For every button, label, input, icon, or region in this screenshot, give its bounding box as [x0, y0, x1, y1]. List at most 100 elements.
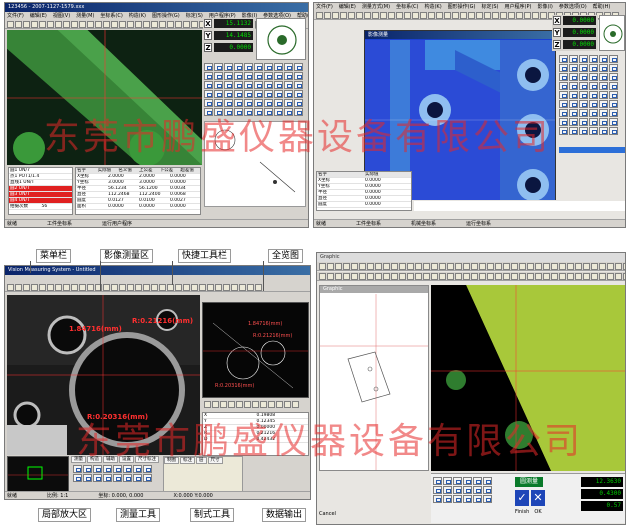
- menu-item[interactable]: 视图(V): [53, 13, 70, 19]
- image-view[interactable]: [431, 285, 625, 471]
- tool-button[interactable]: [579, 109, 588, 117]
- toolbar-button[interactable]: [87, 21, 94, 28]
- overview-view[interactable]: 1.84716(mm) R:0.21216(mm) R:0.20316(mm): [202, 302, 309, 398]
- overview-view[interactable]: [599, 15, 625, 51]
- tool-button[interactable]: [579, 64, 588, 72]
- toolbar-button[interactable]: [327, 263, 334, 270]
- toolbar-button[interactable]: [383, 273, 390, 280]
- toolbar-button[interactable]: [607, 273, 614, 280]
- toolbar-button[interactable]: [471, 263, 478, 270]
- table-row[interactable]: 面积 0.0000 0.0000 0.0000: [76, 204, 200, 210]
- toolbar-button[interactable]: [399, 273, 406, 280]
- toolbar-button[interactable]: [511, 263, 518, 270]
- toolbar-button[interactable]: [284, 401, 291, 408]
- toolbar-button[interactable]: [503, 273, 510, 280]
- tool-button[interactable]: [244, 72, 253, 80]
- tool-button[interactable]: [599, 73, 608, 81]
- tool-button[interactable]: [559, 73, 568, 81]
- tool-button[interactable]: [214, 99, 223, 107]
- tool-button[interactable]: [599, 118, 608, 126]
- toolbar-button[interactable]: [444, 12, 451, 19]
- tab[interactable]: 辅助: [103, 456, 118, 463]
- menu-item[interactable]: 帮助(H): [593, 4, 611, 10]
- tool-button[interactable]: [274, 63, 283, 71]
- tool-button[interactable]: [473, 477, 482, 485]
- toolbar-button[interactable]: [540, 12, 547, 19]
- tool-button[interactable]: [284, 90, 293, 98]
- toolbar-button[interactable]: [516, 12, 523, 19]
- tool-button[interactable]: [294, 108, 303, 116]
- tool-button[interactable]: [103, 474, 112, 482]
- toolbar-button[interactable]: [420, 12, 427, 19]
- tool-button[interactable]: [143, 465, 152, 473]
- measure-button[interactable]: 圆测量: [515, 477, 543, 487]
- tool-button[interactable]: [463, 486, 472, 494]
- toolbar-button[interactable]: [380, 12, 387, 19]
- toolbar-button[interactable]: [23, 284, 30, 291]
- tool-button[interactable]: [244, 108, 253, 116]
- tool-button[interactable]: [244, 90, 253, 98]
- toolbar-button[interactable]: [127, 21, 134, 28]
- toolbar-button[interactable]: [439, 273, 446, 280]
- tool-button[interactable]: [294, 90, 303, 98]
- toolbar-button[interactable]: [127, 284, 134, 291]
- tool-button[interactable]: [284, 99, 293, 107]
- tool-button[interactable]: [599, 127, 608, 135]
- toolbar-button[interactable]: [135, 284, 142, 291]
- tool-button[interactable]: [589, 100, 598, 108]
- tool-button[interactable]: [234, 108, 243, 116]
- toolbar-button[interactable]: [207, 284, 214, 291]
- toolbar-button[interactable]: [503, 263, 510, 270]
- tool-button[interactable]: [559, 127, 568, 135]
- tool-button[interactable]: [93, 465, 102, 473]
- toolbar-button[interactable]: [415, 263, 422, 270]
- toolbar-button[interactable]: [399, 263, 406, 270]
- tool-button[interactable]: [254, 108, 263, 116]
- toolbar-button[interactable]: [55, 284, 62, 291]
- toolbar-button[interactable]: [519, 273, 526, 280]
- tool-button[interactable]: [599, 91, 608, 99]
- toolbar-button[interactable]: [468, 12, 475, 19]
- tool-button[interactable]: [294, 99, 303, 107]
- tool-button[interactable]: [443, 477, 452, 485]
- tool-button[interactable]: [599, 100, 608, 108]
- toolbar-button[interactable]: [375, 273, 382, 280]
- tool-button[interactable]: [569, 82, 578, 90]
- menu-item[interactable]: 构造(K): [424, 4, 441, 10]
- toolbar-button[interactable]: [7, 284, 14, 291]
- toolbar-button[interactable]: [292, 401, 299, 408]
- toolbar-button[interactable]: [404, 12, 411, 19]
- tool-button[interactable]: [599, 109, 608, 117]
- tool-button[interactable]: [113, 465, 122, 473]
- toolbar-button[interactable]: [527, 263, 534, 270]
- cancel-button[interactable]: Cancel: [319, 511, 339, 519]
- tool-button[interactable]: [569, 118, 578, 126]
- toolbar-button[interactable]: [252, 401, 259, 408]
- toolbar-button[interactable]: [471, 273, 478, 280]
- tool-button[interactable]: [133, 465, 142, 473]
- toolbar-button[interactable]: [228, 401, 235, 408]
- toolbar-button[interactable]: [111, 21, 118, 28]
- tool-button[interactable]: [73, 465, 82, 473]
- tool-button[interactable]: [254, 63, 263, 71]
- tool-button[interactable]: [433, 486, 442, 494]
- toolbar-button[interactable]: [575, 263, 582, 270]
- toolbar-button[interactable]: [167, 21, 174, 28]
- tab[interactable]: 层: [196, 457, 207, 464]
- toolbar-button[interactable]: [615, 273, 622, 280]
- toolbar-button[interactable]: [231, 284, 238, 291]
- tool-button[interactable]: [433, 495, 442, 503]
- tool-button[interactable]: [214, 90, 223, 98]
- toolbar-button[interactable]: [436, 12, 443, 19]
- toolbar-button[interactable]: [340, 12, 347, 19]
- toolbar-button[interactable]: [119, 21, 126, 28]
- toolbar-button[interactable]: [212, 401, 219, 408]
- toolbar-button[interactable]: [71, 284, 78, 291]
- toolbar-button[interactable]: [599, 273, 606, 280]
- toolbar-button[interactable]: [463, 273, 470, 280]
- image-view[interactable]: [7, 30, 202, 165]
- toolbar-button[interactable]: [372, 12, 379, 19]
- tool-button[interactable]: [264, 72, 273, 80]
- toolbar-button[interactable]: [95, 21, 102, 28]
- toolbar-button[interactable]: [479, 273, 486, 280]
